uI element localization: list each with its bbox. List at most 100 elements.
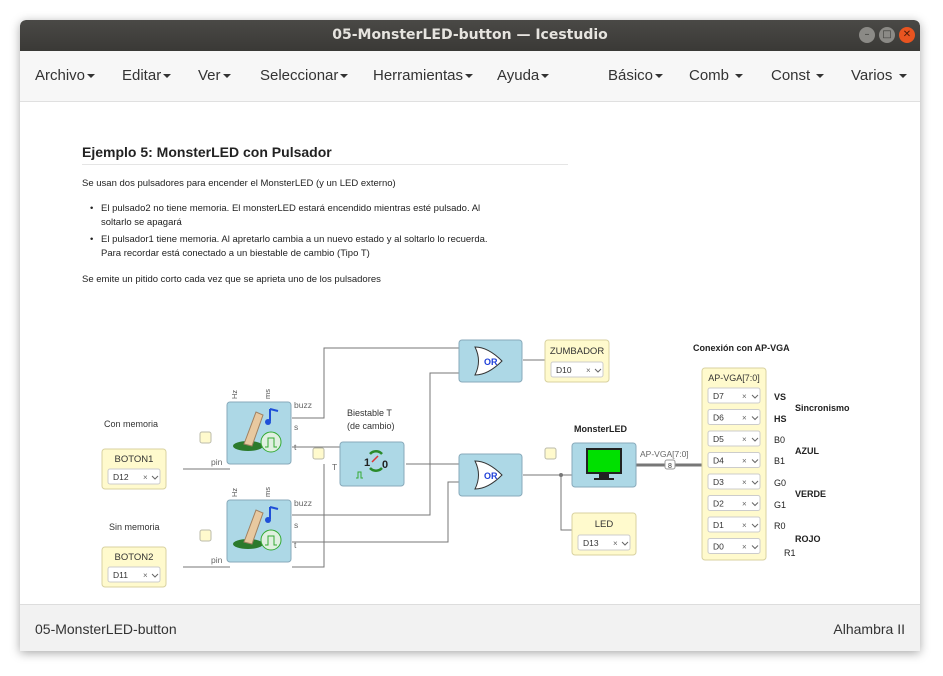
clear-icon[interactable]: × — [742, 435, 747, 444]
menu-label: Editar — [122, 67, 162, 84]
toggle-block[interactable]: 1 0 — [339, 441, 405, 487]
pin-value: D4 — [713, 456, 724, 466]
group-azul: AZUL — [795, 446, 819, 456]
vga-pin-select[interactable]: D1 × — [707, 516, 761, 533]
chevron-down-icon — [340, 74, 349, 79]
pin-value: D3 — [713, 477, 724, 487]
output-block-led[interactable]: LED D13 × — [571, 512, 637, 556]
bus-width: 8 — [668, 463, 672, 470]
pin-value: D6 — [713, 413, 724, 423]
menu-seleccionar[interactable]: Seleccionar — [260, 67, 349, 84]
menu-ayuda[interactable]: Ayuda — [497, 67, 550, 84]
status-bar: 05-MonsterLED-button Alhambra II — [20, 604, 920, 651]
clear-icon[interactable]: × — [143, 473, 148, 482]
window-title: 05-MonsterLED-button — Icestudio — [332, 27, 608, 43]
vga-pin-select[interactable]: D5 × — [707, 430, 761, 447]
menu-label: Herramientas — [373, 67, 464, 84]
group-sincronismo: Sincronismo — [795, 403, 850, 413]
clear-icon[interactable]: × — [742, 543, 747, 552]
clear-icon[interactable]: × — [742, 500, 747, 509]
gate-label: OR — [484, 471, 498, 481]
wire — [292, 481, 460, 543]
param-input[interactable] — [312, 447, 325, 460]
param-input[interactable] — [199, 431, 212, 444]
vga-signal-list: VS HS B0 B1 G0 G1 R0 R1 — [774, 392, 796, 558]
maximize-icon[interactable]: □ — [879, 27, 895, 43]
port-s: s — [294, 422, 298, 432]
design-canvas[interactable]: Ejemplo 5: MonsterLED con Pulsador Se us… — [20, 102, 920, 604]
minimize-icon[interactable]: – — [859, 27, 875, 43]
close-icon[interactable]: ✕ — [899, 27, 915, 43]
param-input[interactable] — [199, 529, 212, 542]
vga-pin-select[interactable]: D0 × — [707, 538, 761, 554]
label-monsterled: MonsterLED — [574, 424, 628, 434]
vga-pin-select[interactable]: D7 × — [707, 387, 761, 404]
pulse-icon — [260, 529, 282, 551]
input-block-boton1[interactable]: BOTON1 D12 × — [101, 448, 167, 490]
chevron-down-icon — [222, 74, 231, 79]
wire — [560, 475, 572, 531]
state-one: 1 — [364, 457, 370, 469]
vga-pin-select[interactable]: D4 × — [707, 452, 761, 468]
vga-signal-label: B1 — [774, 456, 785, 466]
vga-pin-select[interactable]: D2 × — [707, 495, 761, 511]
or-gate-1[interactable]: OR — [458, 339, 523, 383]
menu-comb[interactable]: Comb — [689, 67, 744, 84]
pin-value: D13 — [583, 538, 599, 548]
port-label-pin: pin — [211, 555, 223, 565]
vga-output-block[interactable]: AP-VGA[7:0] D7 × D6 × D5 × D4 × D3 × D2 × D1 × D0 × — [701, 367, 767, 561]
menu-label: Archivo — [35, 67, 86, 84]
vga-pin-select[interactable]: D3 × — [707, 473, 761, 490]
port-buzz: buzz — [294, 498, 312, 508]
vga-signal-label: VS — [774, 392, 786, 402]
menu-editar[interactable]: Editar — [122, 67, 172, 84]
output-block-zumbador[interactable]: ZUMBADOR D10 × — [544, 339, 610, 383]
port-ms: ms — [263, 487, 272, 497]
pin-value: D10 — [556, 365, 572, 375]
menu-herramientas[interactable]: Herramientas — [373, 67, 474, 84]
button-block-2[interactable]: Hz ms — [226, 487, 292, 563]
menu-archivo[interactable]: Archivo — [35, 67, 96, 84]
vga-signal-label: HS — [774, 414, 787, 424]
menu-varios[interactable]: Varios — [851, 67, 907, 84]
chevron-down-icon — [541, 74, 550, 79]
label-biestable-1: Biestable T — [347, 408, 392, 418]
clear-icon[interactable]: × — [742, 478, 747, 487]
monsterled-block[interactable] — [571, 442, 637, 488]
clear-icon[interactable]: × — [742, 392, 747, 401]
vga-title: AP-VGA[7:0] — [708, 373, 760, 383]
label-conexion: Conexión con AP-VGA — [693, 343, 790, 353]
label-biestable-2: (de cambio) — [347, 421, 395, 431]
label-sin-memoria: Sin memoria — [109, 522, 160, 532]
menu-label: Seleccionar — [260, 67, 339, 84]
footer-board-name[interactable]: Alhambra II — [833, 621, 905, 637]
input-name: BOTON1 — [115, 454, 154, 465]
port-hz: Hz — [230, 390, 239, 399]
menu-label: Comb — [689, 67, 730, 84]
clear-icon[interactable]: × — [613, 539, 618, 548]
port-s: s — [294, 520, 298, 530]
vga-pin-select[interactable]: D6 × — [707, 409, 761, 425]
param-input[interactable] — [544, 447, 557, 460]
output-name: LED — [595, 519, 614, 530]
button-block-1[interactable]: Hz ms — [226, 389, 292, 465]
menu-basico[interactable]: Básico — [608, 67, 664, 84]
vga-signal-label: B0 — [774, 435, 785, 445]
app-window: 05-MonsterLED-button — Icestudio – □ ✕ A… — [20, 20, 920, 651]
port-hz: Hz — [230, 488, 239, 497]
clear-icon[interactable]: × — [742, 414, 747, 423]
group-verde: VERDE — [795, 489, 826, 499]
circuit-diagram: Con memoria Sin memoria Biestable T (de … — [101, 339, 850, 588]
or-gate-2[interactable]: OR — [458, 453, 523, 497]
menu-label: Ayuda — [497, 67, 540, 84]
chevron-down-icon — [465, 74, 474, 79]
clear-icon[interactable]: × — [586, 366, 591, 375]
pin-value: D12 — [113, 472, 129, 482]
clear-icon[interactable]: × — [742, 457, 747, 466]
menu-const[interactable]: Const — [771, 67, 825, 84]
input-block-boton2[interactable]: BOTON2 D11 × — [101, 546, 167, 588]
menu-ver[interactable]: Ver — [198, 67, 231, 84]
clear-icon[interactable]: × — [742, 521, 747, 530]
title-bar: 05-MonsterLED-button — Icestudio – □ ✕ — [20, 20, 920, 51]
clear-icon[interactable]: × — [143, 571, 148, 580]
